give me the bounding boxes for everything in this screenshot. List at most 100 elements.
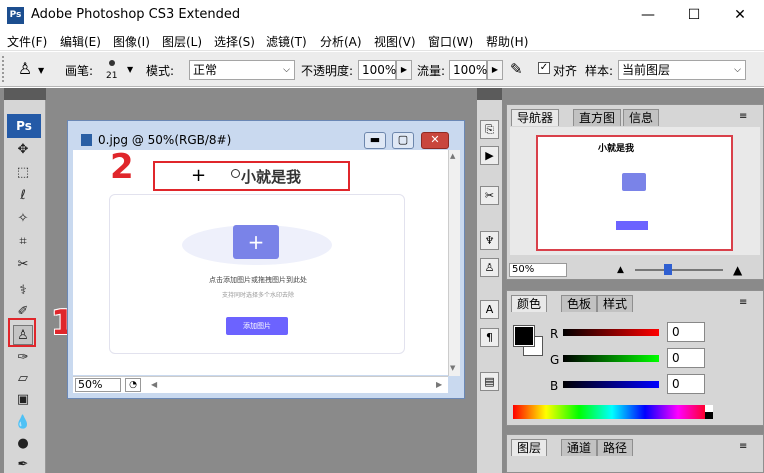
- doc-zoom-field[interactable]: 50%: [75, 378, 121, 392]
- close-button[interactable]: ✕: [717, 2, 763, 28]
- flow-input[interactable]: 100%: [449, 60, 487, 80]
- doc-minimize-button[interactable]: ▬: [364, 132, 386, 149]
- tab-layers[interactable]: 图层: [511, 439, 548, 456]
- actions-panel-icon[interactable]: ▶: [480, 146, 499, 165]
- doc-vertical-scrollbar[interactable]: ▲ ▼: [448, 150, 460, 376]
- photoshop-logo: Ps: [7, 114, 41, 138]
- channel-b-label: B: [550, 379, 559, 393]
- zoom-slider-thumb[interactable]: [664, 264, 672, 275]
- annotation-box-1: [8, 318, 36, 347]
- mode-select[interactable]: 正常 ⌵: [189, 60, 295, 80]
- panel-menu-icon[interactable]: ≡: [739, 111, 747, 122]
- zoom-slider-track[interactable]: [635, 269, 723, 271]
- tool-presets-icon[interactable]: ✂: [480, 186, 499, 205]
- pen-tool-icon[interactable]: ✒: [13, 455, 33, 473]
- channel-b-input[interactable]: 0: [667, 374, 705, 394]
- channel-g-slider[interactable]: [563, 355, 659, 362]
- maximize-button[interactable]: ☐: [671, 2, 717, 28]
- navigator-view-box[interactable]: 小就是我: [536, 135, 733, 251]
- clone-source-icon[interactable]: ♙: [480, 258, 499, 277]
- chevron-down-icon: ⌵: [734, 65, 741, 75]
- color-spectrum-bar[interactable]: [513, 405, 711, 419]
- marquee-tool-icon[interactable]: ⬚: [13, 163, 33, 183]
- upload-instruction: 点击添加图片或拖拽图片到此处: [209, 276, 307, 284]
- menu-view[interactable]: 视图(V): [374, 33, 416, 50]
- scroll-down-icon[interactable]: ▼: [450, 364, 455, 372]
- channel-b-slider[interactable]: [563, 381, 659, 388]
- brush-picker[interactable]: 21: [100, 57, 126, 83]
- opacity-input[interactable]: 100%: [358, 60, 396, 80]
- lasso-tool-icon[interactable]: ℓ: [13, 186, 33, 206]
- menu-select[interactable]: 选择(S): [214, 33, 255, 50]
- doc-maximize-button[interactable]: ▢: [392, 132, 414, 149]
- menu-filter[interactable]: 滤镜(T): [266, 33, 307, 50]
- sample-value: 当前图层: [622, 63, 671, 77]
- channel-r-input[interactable]: 0: [667, 322, 705, 342]
- scroll-left-icon[interactable]: ◀: [151, 380, 157, 389]
- foreground-color-swatch[interactable]: [513, 325, 535, 347]
- menu-layer[interactable]: 图层(L): [162, 33, 202, 50]
- crop-tool-icon[interactable]: ⌗: [13, 232, 33, 252]
- gradient-tool-icon[interactable]: ▣: [13, 390, 33, 410]
- tool-preset-dropdown-icon[interactable]: ▼: [38, 66, 44, 75]
- magic-wand-tool-icon[interactable]: ✧: [13, 209, 33, 229]
- tab-channels[interactable]: 通道: [561, 439, 598, 456]
- brush-dropdown-icon[interactable]: ▼: [127, 65, 133, 74]
- navigator-panel: 导航器 直方图 信息 ≡ 小就是我 50% ▲ ▲: [506, 104, 764, 280]
- channel-r-slider[interactable]: [563, 329, 659, 336]
- status-menu-icon[interactable]: ◔: [125, 378, 141, 392]
- character-panel-icon[interactable]: A: [480, 300, 499, 319]
- document-title[interactable]: 0.jpg @ 50%(RGB/8#): [98, 133, 231, 147]
- scroll-right-icon[interactable]: ▶: [436, 380, 442, 389]
- clone-stamp-preset-icon[interactable]: ♙: [14, 59, 36, 79]
- zoom-in-icon[interactable]: ▲: [733, 263, 742, 277]
- panel-menu-icon[interactable]: ≡: [739, 441, 747, 452]
- history-panel-icon[interactable]: ⎘: [480, 120, 499, 139]
- brushes-panel-icon[interactable]: ♆: [480, 231, 499, 250]
- flow-slider-toggle[interactable]: ▶: [487, 60, 503, 80]
- tab-paths[interactable]: 路径: [597, 439, 634, 456]
- tab-histogram[interactable]: 直方图: [573, 109, 622, 126]
- menu-image[interactable]: 图像(I): [113, 33, 150, 50]
- navigator-zoom-field[interactable]: 50%: [509, 263, 567, 277]
- annotation-box-2: + 小就是我: [153, 161, 350, 191]
- brush-label: 画笔:: [65, 64, 94, 78]
- align-checkbox[interactable]: ✓: [538, 62, 550, 74]
- toolbox-grip[interactable]: [4, 88, 46, 100]
- menu-file[interactable]: 文件(F): [7, 33, 47, 50]
- add-image-button[interactable]: 添加图片: [226, 317, 288, 335]
- channel-g-input[interactable]: 0: [667, 348, 705, 368]
- history-brush-tool-icon[interactable]: ✑: [13, 348, 33, 368]
- healing-brush-tool-icon[interactable]: ⚕: [13, 281, 33, 301]
- slice-tool-icon[interactable]: ✂: [13, 255, 33, 275]
- menu-analysis[interactable]: 分析(A): [320, 33, 362, 50]
- spectrum-black-swatch[interactable]: [705, 412, 713, 419]
- opacity-slider-toggle[interactable]: ▶: [396, 60, 412, 80]
- move-tool-icon[interactable]: ✥: [13, 140, 33, 160]
- menu-window[interactable]: 窗口(W): [428, 33, 473, 50]
- minimize-button[interactable]: —: [625, 2, 671, 28]
- doc-close-button[interactable]: ✕: [421, 132, 449, 149]
- upload-area[interactable]: + 点击添加图片或拖拽图片到此处 支持同时选择多个水印去除 添加图片: [109, 194, 405, 354]
- blur-tool-icon[interactable]: 💧: [13, 413, 33, 433]
- dock-grip[interactable]: [477, 88, 502, 100]
- dodge-tool-icon[interactable]: ●: [13, 434, 33, 454]
- scroll-up-icon[interactable]: ▲: [450, 152, 455, 160]
- tab-info[interactable]: 信息: [623, 109, 660, 126]
- spectrum-white-swatch[interactable]: [705, 405, 713, 412]
- tab-swatches[interactable]: 色板: [561, 295, 598, 312]
- options-grip[interactable]: [2, 56, 8, 82]
- layer-comps-icon[interactable]: ▤: [480, 372, 499, 391]
- flow-label: 流量:: [417, 64, 446, 78]
- paragraph-panel-icon[interactable]: ¶: [480, 328, 499, 347]
- tab-navigator[interactable]: 导航器: [511, 109, 560, 126]
- zoom-out-icon[interactable]: ▲: [617, 265, 624, 275]
- sample-select[interactable]: 当前图层 ⌵: [618, 60, 746, 80]
- tab-styles[interactable]: 样式: [597, 295, 634, 312]
- eraser-tool-icon[interactable]: ▱: [13, 369, 33, 389]
- menu-edit[interactable]: 编辑(E): [60, 33, 101, 50]
- menu-help[interactable]: 帮助(H): [486, 33, 528, 50]
- panel-menu-icon[interactable]: ≡: [739, 297, 747, 308]
- tab-color[interactable]: 颜色: [511, 295, 548, 312]
- airbrush-icon[interactable]: ✎: [510, 60, 523, 78]
